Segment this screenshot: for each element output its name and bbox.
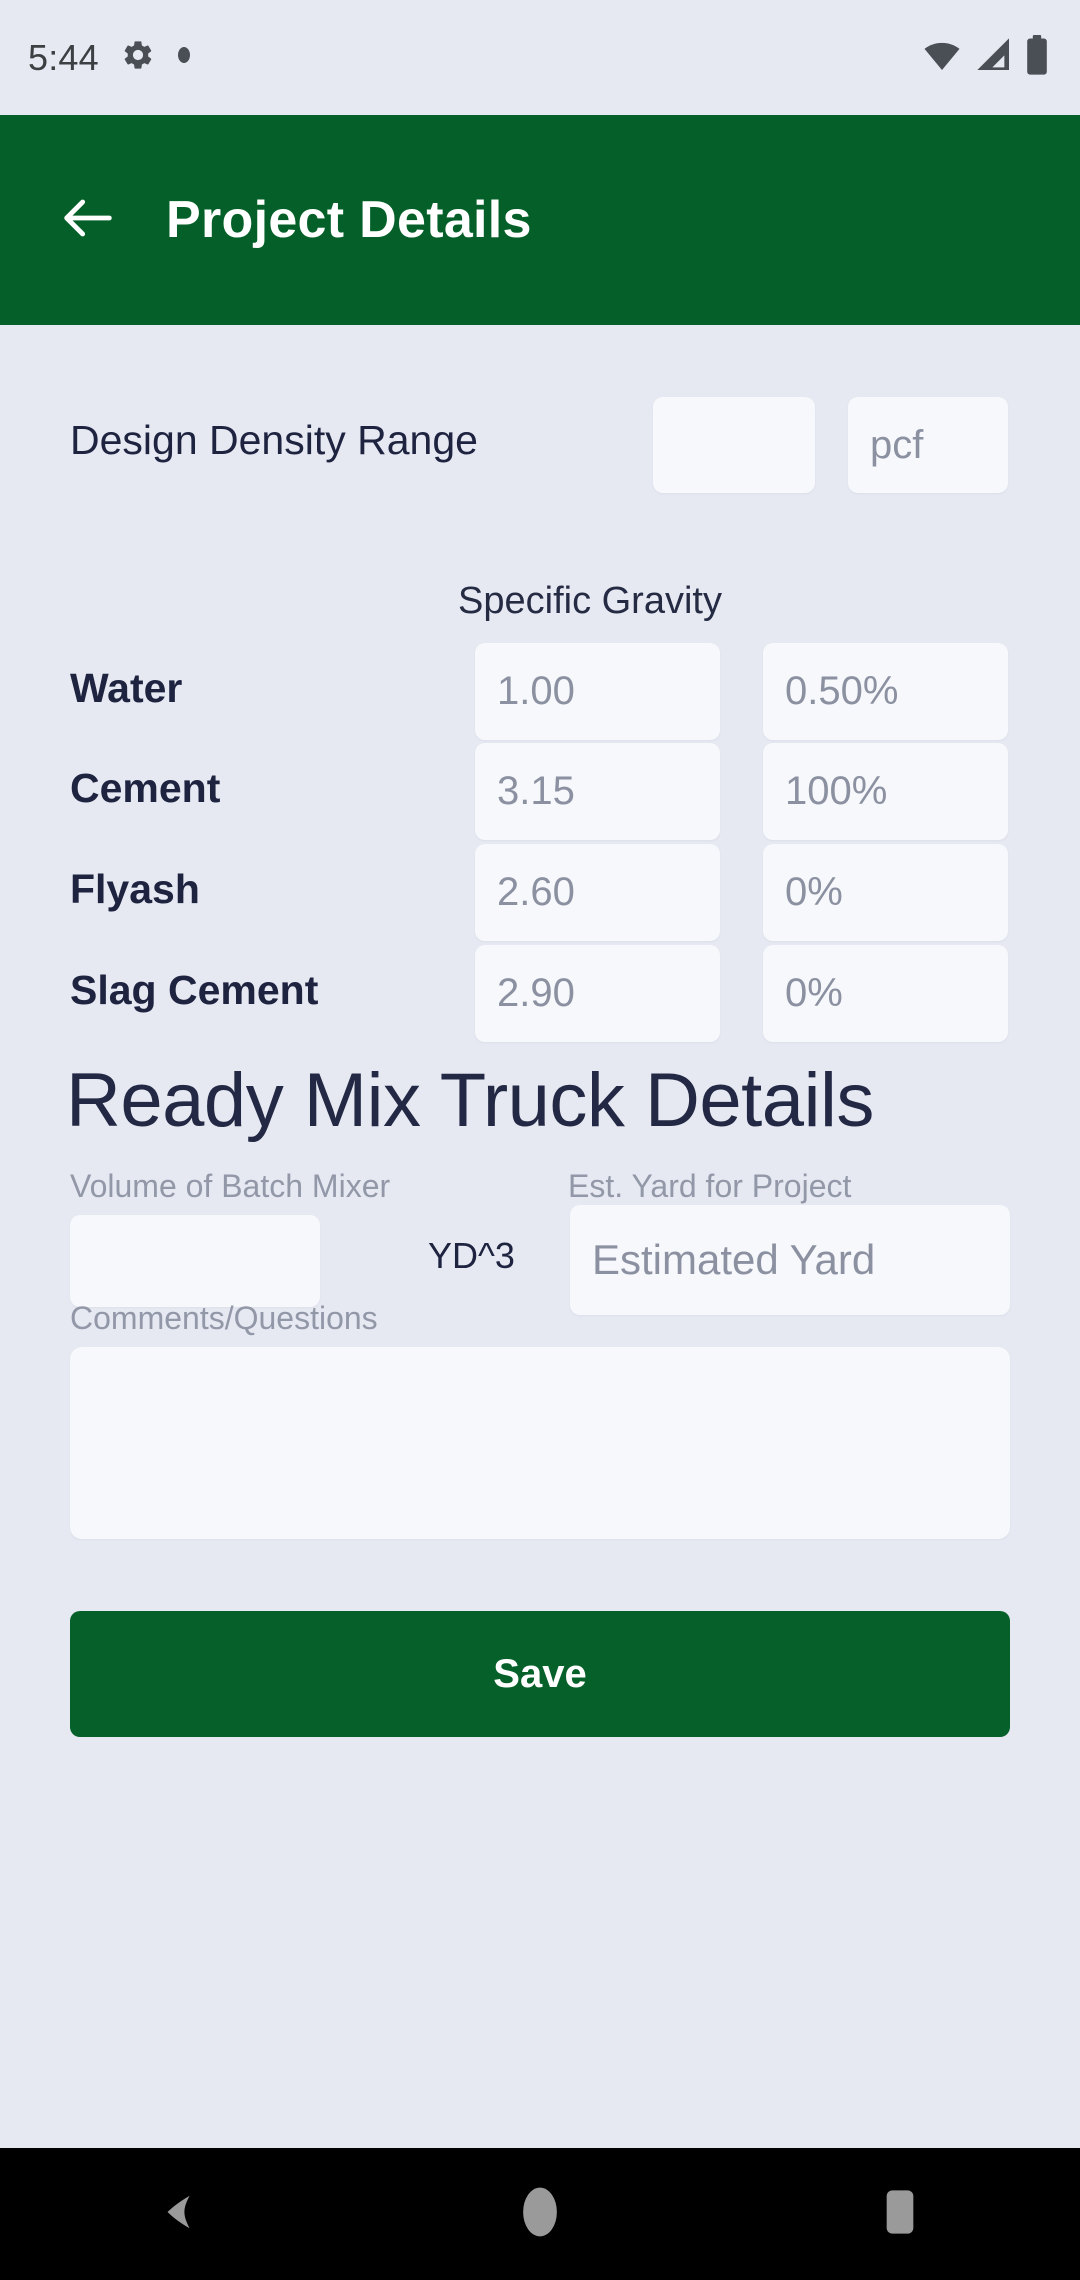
material-label-flyash: Flyash: [70, 866, 200, 912]
status-bar: 5:44: [0, 0, 1080, 115]
comments-questions-textarea[interactable]: [70, 1347, 1010, 1539]
comments-questions-label: Comments/Questions: [70, 1300, 378, 1336]
design-density-row: Design Density Range pcf: [0, 397, 1080, 497]
nav-back-button[interactable]: [0, 2148, 360, 2280]
design-density-value-input[interactable]: [653, 397, 815, 493]
design-density-unit-input[interactable]: pcf: [848, 397, 1008, 493]
volume-of-batch-mixer-label: Volume of Batch Mixer: [70, 1168, 391, 1204]
gear-icon: [121, 38, 155, 77]
status-clock: 5:44: [28, 36, 99, 78]
phone-screen: 5:44 Project Details Design Density Rang…: [0, 0, 1080, 2280]
material-sg-input-cement[interactable]: 3.15: [475, 743, 720, 840]
material-sg-input-flyash[interactable]: 2.60: [475, 844, 720, 941]
material-pct-input-flyash[interactable]: 0%: [763, 844, 1008, 941]
battery-icon: [1024, 34, 1050, 81]
material-sg-input-water[interactable]: 1.00: [475, 643, 720, 740]
design-density-label: Design Density Range: [70, 417, 478, 463]
material-label-slag-cement: Slag Cement: [70, 967, 319, 1013]
material-pct-input-water[interactable]: 0.50%: [763, 643, 1008, 740]
material-row-water: Water 1.00 0.50%: [0, 643, 1080, 743]
save-button[interactable]: Save: [70, 1611, 1010, 1737]
ready-mix-truck-details-heading: Ready Mix Truck Details: [66, 1058, 874, 1143]
app-bar: Project Details: [0, 115, 1080, 325]
arrow-left-icon: [56, 186, 120, 255]
est-yard-for-project-label: Est. Yard for Project: [568, 1168, 852, 1204]
volume-unit-label: YD^3: [428, 1235, 515, 1276]
material-row-flyash: Flyash 2.60 0%: [0, 844, 1080, 944]
estimated-yard-input[interactable]: Estimated Yard: [570, 1205, 1010, 1315]
material-pct-input-cement[interactable]: 100%: [763, 743, 1008, 840]
material-label-cement: Cement: [70, 765, 221, 811]
triangle-back-icon: [157, 2189, 203, 2240]
material-row-slag-cement: Slag Cement 2.90 0%: [0, 945, 1080, 1045]
square-recents-icon: [880, 2185, 920, 2244]
material-pct-input-slag-cement[interactable]: 0%: [763, 945, 1008, 1042]
status-bar-left: 5:44: [28, 37, 191, 79]
material-label-water: Water: [70, 665, 183, 711]
dot-icon: [177, 45, 191, 70]
wifi-icon: [920, 35, 964, 80]
volume-of-batch-mixer-input[interactable]: [70, 1215, 320, 1307]
material-row-cement: Cement 3.15 100%: [0, 743, 1080, 843]
specific-gravity-header: Specific Gravity: [0, 580, 1080, 623]
status-bar-right: [920, 34, 1050, 81]
nav-home-button[interactable]: [360, 2148, 720, 2280]
nav-recents-button[interactable]: [720, 2148, 1080, 2280]
circle-home-icon: [517, 2182, 563, 2247]
back-button[interactable]: [28, 160, 148, 280]
page-title: Project Details: [166, 191, 532, 249]
android-navigation-bar: [0, 2148, 1080, 2280]
specific-gravity-header-text: Specific Gravity: [458, 580, 722, 622]
cell-signal-icon: [974, 35, 1014, 80]
material-sg-input-slag-cement[interactable]: 2.90: [475, 945, 720, 1042]
form-content: Design Density Range pcf Specific Gravit…: [0, 325, 1080, 2148]
